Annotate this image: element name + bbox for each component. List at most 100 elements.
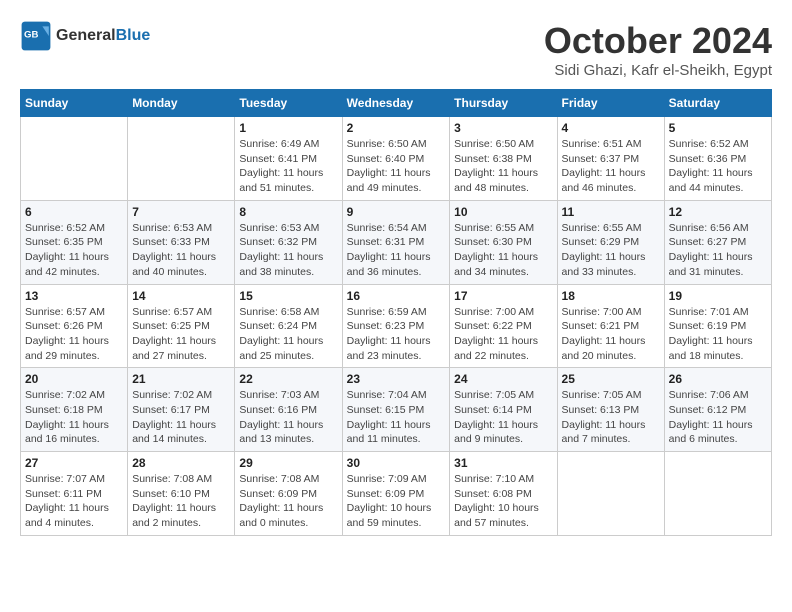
week-row-5: 27Sunrise: 7:07 AMSunset: 6:11 PMDayligh… bbox=[21, 452, 772, 536]
calendar-cell: 17 Sunrise: 7:00 AMSunset: 6:22 PMDayligh… bbox=[450, 284, 557, 368]
header-sunday: Sunday bbox=[21, 90, 128, 117]
day-number: 17 bbox=[454, 289, 552, 303]
day-number: 11 bbox=[562, 205, 660, 219]
title-section: October 2024 Sidi Ghazi, Kafr el-Sheikh,… bbox=[544, 20, 772, 79]
day-number: 22 bbox=[239, 372, 337, 386]
calendar-cell: 21 Sunrise: 7:02 AMSunset: 6:17 PMDayligh… bbox=[128, 368, 235, 452]
day-info: Sunrise: 6:57 AMSunset: 6:25 PMDaylight:… bbox=[132, 305, 230, 364]
calendar-cell: 18Sunrise: 7:00 AMSunset: 6:21 PMDayligh… bbox=[557, 284, 664, 368]
day-info: Sunrise: 7:08 AMSunset: 6:09 PMDaylight:… bbox=[239, 472, 337, 531]
day-number: 5 bbox=[669, 121, 767, 135]
day-info: Sunrise: 6:49 AMSunset: 6:41 PMDaylight:… bbox=[239, 137, 337, 196]
logo-text: GeneralBlue bbox=[56, 27, 150, 45]
day-number: 1 bbox=[239, 121, 337, 135]
day-number: 25 bbox=[562, 372, 660, 386]
day-number: 24 bbox=[454, 372, 552, 386]
calendar-cell: 22Sunrise: 7:03 AMSunset: 6:16 PMDayligh… bbox=[235, 368, 342, 452]
calendar-cell: 19 Sunrise: 7:01 AMSunset: 6:19 PMDayligh… bbox=[664, 284, 771, 368]
calendar-cell: 1 Sunrise: 6:49 AMSunset: 6:41 PMDaylight… bbox=[235, 117, 342, 201]
calendar-cell bbox=[21, 117, 128, 201]
header-wednesday: Wednesday bbox=[342, 90, 450, 117]
day-info: Sunrise: 7:02 AMSunset: 6:18 PMDaylight:… bbox=[25, 388, 123, 447]
day-info: Sunrise: 7:02 AMSunset: 6:17 PMDaylight:… bbox=[132, 388, 230, 447]
day-number: 10 bbox=[454, 205, 552, 219]
week-row-3: 13 Sunrise: 6:57 AMSunset: 6:26 PMDayligh… bbox=[21, 284, 772, 368]
day-info: Sunrise: 6:53 AMSunset: 6:33 PMDaylight:… bbox=[132, 221, 230, 280]
day-info: Sunrise: 6:51 AMSunset: 6:37 PMDaylight:… bbox=[562, 137, 660, 196]
day-info: Sunrise: 7:05 AMSunset: 6:13 PMDaylight:… bbox=[562, 388, 660, 447]
day-info: Sunrise: 7:04 AMSunset: 6:15 PMDaylight:… bbox=[347, 388, 446, 447]
calendar-cell: 13 Sunrise: 6:57 AMSunset: 6:26 PMDayligh… bbox=[21, 284, 128, 368]
header-row: SundayMondayTuesdayWednesdayThursdayFrid… bbox=[21, 90, 772, 117]
day-number: 31 bbox=[454, 456, 552, 470]
day-number: 12 bbox=[669, 205, 767, 219]
page-header: GB GeneralBlue October 2024 Sidi Ghazi, … bbox=[20, 20, 772, 79]
day-number: 14 bbox=[132, 289, 230, 303]
day-number: 16 bbox=[347, 289, 446, 303]
day-info: Sunrise: 6:50 AMSunset: 6:38 PMDaylight:… bbox=[454, 137, 552, 196]
calendar-cell: 9 Sunrise: 6:54 AMSunset: 6:31 PMDaylight… bbox=[342, 200, 450, 284]
logo-general: General bbox=[56, 27, 116, 44]
calendar-cell bbox=[557, 452, 664, 536]
day-number: 19 bbox=[669, 289, 767, 303]
calendar-cell: 23 Sunrise: 7:04 AMSunset: 6:15 PMDayligh… bbox=[342, 368, 450, 452]
calendar-cell: 8Sunrise: 6:53 AMSunset: 6:32 PMDaylight… bbox=[235, 200, 342, 284]
header-saturday: Saturday bbox=[664, 90, 771, 117]
week-row-1: 1 Sunrise: 6:49 AMSunset: 6:41 PMDaylight… bbox=[21, 117, 772, 201]
calendar-cell: 30 Sunrise: 7:09 AMSunset: 6:09 PMDayligh… bbox=[342, 452, 450, 536]
day-info: Sunrise: 7:01 AMSunset: 6:19 PMDaylight:… bbox=[669, 305, 767, 364]
header-thursday: Thursday bbox=[450, 90, 557, 117]
calendar-cell: 16 Sunrise: 6:59 AMSunset: 6:23 PMDayligh… bbox=[342, 284, 450, 368]
day-number: 13 bbox=[25, 289, 123, 303]
calendar-cell: 2Sunrise: 6:50 AMSunset: 6:40 PMDaylight… bbox=[342, 117, 450, 201]
calendar-cell: 3 Sunrise: 6:50 AMSunset: 6:38 PMDaylight… bbox=[450, 117, 557, 201]
calendar-cell bbox=[128, 117, 235, 201]
day-info: Sunrise: 6:59 AMSunset: 6:23 PMDaylight:… bbox=[347, 305, 446, 364]
day-info: Sunrise: 6:57 AMSunset: 6:26 PMDaylight:… bbox=[25, 305, 123, 364]
calendar-header: SundayMondayTuesdayWednesdayThursdayFrid… bbox=[21, 90, 772, 117]
day-number: 9 bbox=[347, 205, 446, 219]
day-info: Sunrise: 7:08 AMSunset: 6:10 PMDaylight:… bbox=[132, 472, 230, 531]
day-info: Sunrise: 6:56 AMSunset: 6:27 PMDaylight:… bbox=[669, 221, 767, 280]
calendar-cell: 31 Sunrise: 7:10 AMSunset: 6:08 PMDayligh… bbox=[450, 452, 557, 536]
logo-icon: GB bbox=[20, 20, 52, 52]
calendar-cell: 26 Sunrise: 7:06 AMSunset: 6:12 PMDayligh… bbox=[664, 368, 771, 452]
week-row-2: 6 Sunrise: 6:52 AMSunset: 6:35 PMDaylight… bbox=[21, 200, 772, 284]
day-info: Sunrise: 7:06 AMSunset: 6:12 PMDaylight:… bbox=[669, 388, 767, 447]
calendar-cell: 11 Sunrise: 6:55 AMSunset: 6:29 PMDayligh… bbox=[557, 200, 664, 284]
calendar-cell: 5Sunrise: 6:52 AMSunset: 6:36 PMDaylight… bbox=[664, 117, 771, 201]
calendar-body: 1 Sunrise: 6:49 AMSunset: 6:41 PMDaylight… bbox=[21, 117, 772, 536]
day-info: Sunrise: 6:54 AMSunset: 6:31 PMDaylight:… bbox=[347, 221, 446, 280]
svg-text:GB: GB bbox=[24, 30, 38, 41]
calendar-cell: 29 Sunrise: 7:08 AMSunset: 6:09 PMDayligh… bbox=[235, 452, 342, 536]
week-row-4: 20 Sunrise: 7:02 AMSunset: 6:18 PMDayligh… bbox=[21, 368, 772, 452]
header-monday: Monday bbox=[128, 90, 235, 117]
logo: GB GeneralBlue bbox=[20, 20, 150, 52]
month-title: October 2024 bbox=[544, 20, 772, 62]
day-number: 6 bbox=[25, 205, 123, 219]
day-number: 3 bbox=[454, 121, 552, 135]
day-info: Sunrise: 7:09 AMSunset: 6:09 PMDaylight:… bbox=[347, 472, 446, 531]
day-number: 26 bbox=[669, 372, 767, 386]
location-subtitle: Sidi Ghazi, Kafr el-Sheikh, Egypt bbox=[544, 62, 772, 79]
day-number: 4 bbox=[562, 121, 660, 135]
day-info: Sunrise: 6:55 AMSunset: 6:30 PMDaylight:… bbox=[454, 221, 552, 280]
day-info: Sunrise: 6:55 AMSunset: 6:29 PMDaylight:… bbox=[562, 221, 660, 280]
day-number: 30 bbox=[347, 456, 446, 470]
calendar-cell: 15Sunrise: 6:58 AMSunset: 6:24 PMDayligh… bbox=[235, 284, 342, 368]
day-info: Sunrise: 7:05 AMSunset: 6:14 PMDaylight:… bbox=[454, 388, 552, 447]
day-number: 21 bbox=[132, 372, 230, 386]
day-info: Sunrise: 7:10 AMSunset: 6:08 PMDaylight:… bbox=[454, 472, 552, 531]
day-info: Sunrise: 7:00 AMSunset: 6:22 PMDaylight:… bbox=[454, 305, 552, 364]
header-tuesday: Tuesday bbox=[235, 90, 342, 117]
calendar-cell: 24 Sunrise: 7:05 AMSunset: 6:14 PMDayligh… bbox=[450, 368, 557, 452]
day-info: Sunrise: 6:52 AMSunset: 6:35 PMDaylight:… bbox=[25, 221, 123, 280]
day-number: 20 bbox=[25, 372, 123, 386]
day-info: Sunrise: 6:50 AMSunset: 6:40 PMDaylight:… bbox=[347, 137, 446, 196]
calendar-cell bbox=[664, 452, 771, 536]
day-number: 23 bbox=[347, 372, 446, 386]
day-number: 29 bbox=[239, 456, 337, 470]
day-info: Sunrise: 6:53 AMSunset: 6:32 PMDaylight:… bbox=[239, 221, 337, 280]
calendar-cell: 4 Sunrise: 6:51 AMSunset: 6:37 PMDaylight… bbox=[557, 117, 664, 201]
calendar-cell: 10 Sunrise: 6:55 AMSunset: 6:30 PMDayligh… bbox=[450, 200, 557, 284]
